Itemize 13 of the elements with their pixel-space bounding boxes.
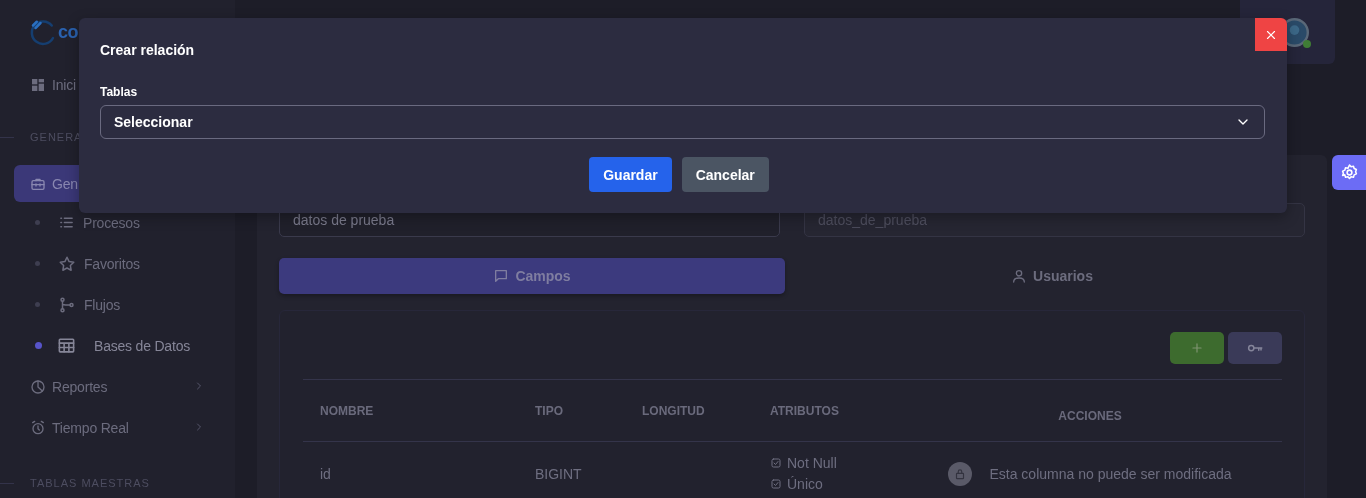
column-header: ATRIBUTOS [753,379,881,442]
attribute-label: Not Null [787,455,837,471]
field-label: Tablas [100,85,138,99]
action-note: Esta columna no puede ser modificada [989,465,1232,482]
column-header: TIPO [518,379,625,442]
modal-title: Crear relación [100,42,195,58]
logo-text: co [58,22,78,43]
column-header: ACCIONES [881,379,1282,442]
column-header: NOMBRE [303,379,518,442]
attribute-label: Único [787,476,823,492]
table-cell: BIGINT [518,441,625,498]
column-header: LONGITUD [625,379,753,442]
table-cell: id [303,441,518,498]
